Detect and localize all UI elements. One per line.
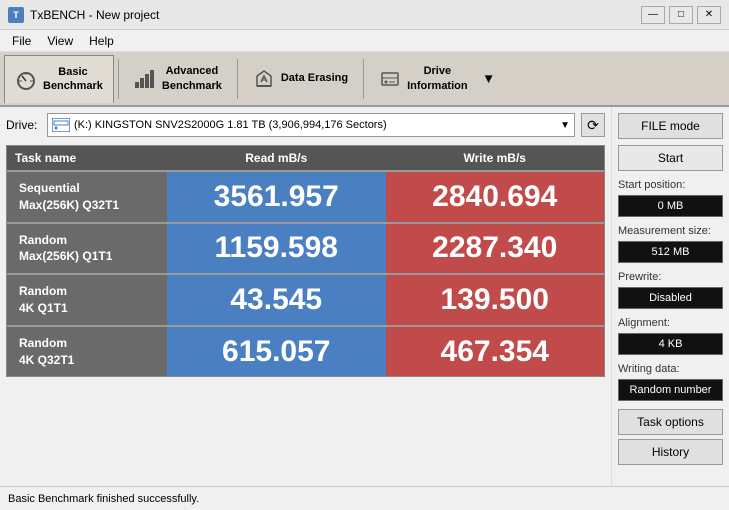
drive-value: (K:) KINGSTON SNV2S2000G 1.81 TB (3,906,… — [74, 119, 387, 131]
row-3-read: 615.057 — [167, 327, 386, 377]
header-read: Read mB/s — [167, 146, 386, 170]
toolbar-drive-information[interactable]: DriveInformation — [368, 55, 479, 103]
table-row: Random4K Q32T1 615.057 467.354 — [7, 325, 604, 377]
window-title: TxBENCH - New project — [30, 8, 159, 22]
toolbar: BasicBenchmark AdvancedBenchmark Data Er… — [0, 52, 729, 107]
right-panel: FILE mode Start Start position: 0 MB Mea… — [611, 107, 729, 486]
prewrite-label: Prewrite: — [618, 271, 723, 283]
header-task: Task name — [7, 146, 167, 170]
separator-3 — [363, 59, 364, 99]
drive-select-arrow: ▼ — [560, 120, 570, 131]
title-bar-left: T TxBENCH - New project — [8, 7, 159, 23]
writing-data-label: Writing data: — [618, 363, 723, 375]
start-position-label: Start position: — [618, 179, 723, 191]
row-0-label: SequentialMax(256K) Q32T1 — [7, 172, 167, 222]
row-2-label: Random4K Q1T1 — [7, 275, 167, 325]
separator-2 — [237, 59, 238, 99]
row-2-read: 43.545 — [167, 275, 386, 325]
drive-refresh-button[interactable]: ⟳ — [581, 113, 605, 137]
drive-select[interactable]: (K:) KINGSTON SNV2S2000G 1.81 TB (3,906,… — [47, 113, 575, 137]
row-3-write: 467.354 — [386, 327, 605, 377]
alignment-value: 4 KB — [618, 333, 723, 355]
toolbar-data-erasing[interactable]: Data Erasing — [242, 55, 359, 103]
menu-help[interactable]: Help — [81, 32, 122, 50]
title-bar-controls: — □ ✕ — [641, 6, 721, 24]
prewrite-value: Disabled — [618, 287, 723, 309]
refresh-icon: ⟳ — [587, 117, 599, 134]
advanced-benchmark-label: AdvancedBenchmark — [162, 64, 222, 93]
table-row: Random4K Q1T1 43.545 139.500 — [7, 273, 604, 325]
file-mode-button[interactable]: FILE mode — [618, 113, 723, 139]
row-1-read: 1159.598 — [167, 224, 386, 274]
menu-file[interactable]: File — [4, 32, 39, 50]
table-row: SequentialMax(256K) Q32T1 3561.957 2840.… — [7, 170, 604, 222]
history-button[interactable]: History — [618, 439, 723, 465]
drive-label: Drive: — [6, 118, 41, 132]
status-bar: Basic Benchmark finished successfully. — [0, 486, 729, 510]
drive-information-icon — [379, 68, 401, 90]
main-content: Drive: (K:) KINGSTON SNV2S2000G 1.81 TB … — [0, 107, 729, 486]
toolbar-dropdown-arrow[interactable]: ▼ — [481, 55, 497, 103]
task-options-button[interactable]: Task options — [618, 409, 723, 435]
table-row: RandomMax(256K) Q1T1 1159.598 2287.340 — [7, 222, 604, 274]
drive-row: Drive: (K:) KINGSTON SNV2S2000G 1.81 TB … — [6, 113, 605, 137]
header-write: Write mB/s — [386, 146, 605, 170]
separator-1 — [118, 59, 119, 99]
left-panel: Drive: (K:) KINGSTON SNV2S2000G 1.81 TB … — [0, 107, 611, 486]
toolbar-advanced-benchmark[interactable]: AdvancedBenchmark — [123, 55, 233, 103]
start-position-value: 0 MB — [618, 195, 723, 217]
benchmark-table: Task name Read mB/s Write mB/s Sequentia… — [6, 145, 605, 377]
writing-data-value: Random number — [618, 379, 723, 401]
maximize-button[interactable]: □ — [669, 6, 693, 24]
status-text: Basic Benchmark finished successfully. — [8, 493, 199, 505]
basic-benchmark-icon — [15, 68, 37, 90]
measurement-size-value: 512 MB — [618, 241, 723, 263]
data-erasing-icon — [253, 68, 275, 90]
row-2-write: 139.500 — [386, 275, 605, 325]
row-3-label: Random4K Q32T1 — [7, 327, 167, 377]
measurement-size-label: Measurement size: — [618, 225, 723, 237]
row-0-read: 3561.957 — [167, 172, 386, 222]
row-1-write: 2287.340 — [386, 224, 605, 274]
row-1-label: RandomMax(256K) Q1T1 — [7, 224, 167, 274]
app-icon: T — [8, 7, 24, 23]
alignment-label: Alignment: — [618, 317, 723, 329]
minimize-button[interactable]: — — [641, 6, 665, 24]
menu-view[interactable]: View — [39, 32, 81, 50]
row-0-write: 2840.694 — [386, 172, 605, 222]
table-header: Task name Read mB/s Write mB/s — [7, 146, 604, 170]
drive-information-label: DriveInformation — [407, 64, 468, 93]
advanced-benchmark-icon — [134, 68, 156, 90]
data-erasing-label: Data Erasing — [281, 71, 348, 85]
close-button[interactable]: ✕ — [697, 6, 721, 24]
basic-benchmark-label: BasicBenchmark — [43, 65, 103, 94]
toolbar-basic-benchmark[interactable]: BasicBenchmark — [4, 55, 114, 103]
start-button[interactable]: Start — [618, 145, 723, 171]
menu-bar: File View Help — [0, 30, 729, 52]
title-bar: T TxBENCH - New project — □ ✕ — [0, 0, 729, 30]
